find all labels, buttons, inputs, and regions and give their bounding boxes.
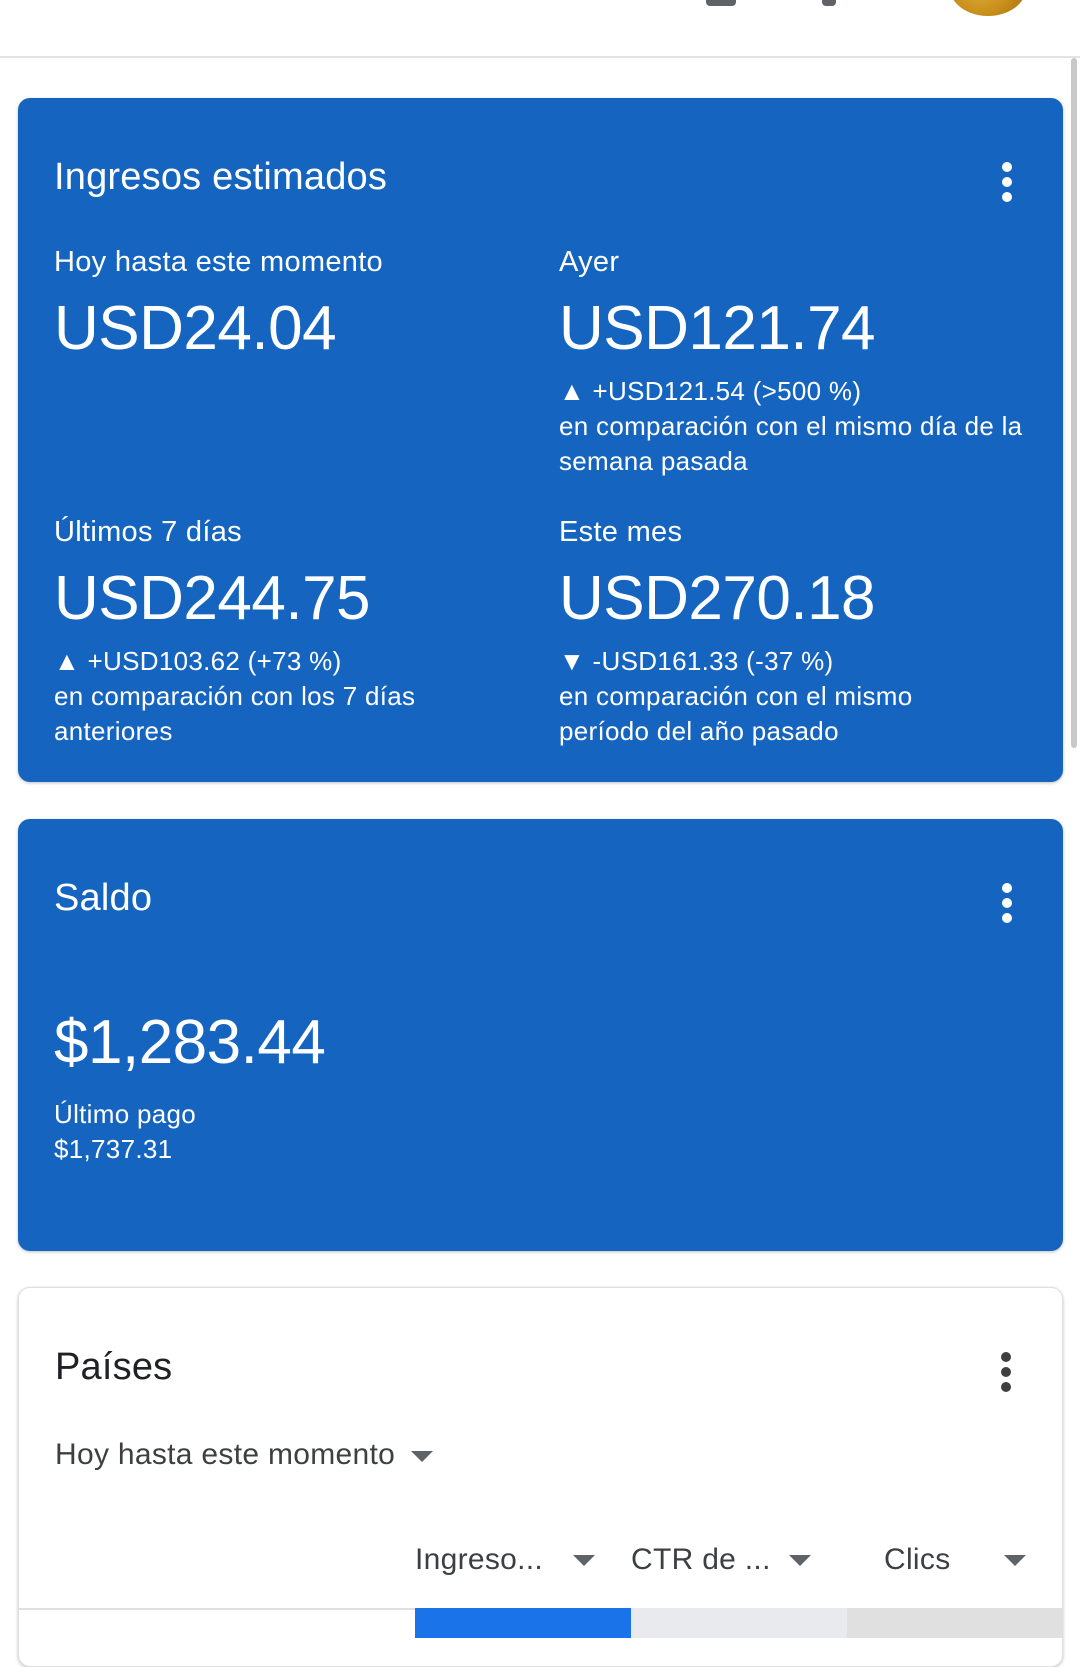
page-scrollbar[interactable] xyxy=(1071,58,1077,748)
metric-month-value: USD270.18 xyxy=(559,564,876,633)
top-app-bar xyxy=(0,0,1080,58)
metric-last7-delta: ▲ +USD103.62 (+73 %) xyxy=(54,646,342,676)
more-vert-icon[interactable] xyxy=(994,1350,1018,1394)
column-header-earnings[interactable]: Ingreso... xyxy=(415,1543,611,1577)
metric-month: Este mes USD270.18 ▼ -USD161.33 (-37 %) … xyxy=(559,516,1039,749)
last-payment-value: $1,737.31 xyxy=(54,1134,173,1164)
metric-yesterday-comparison: en comparación con el mismo día de la se… xyxy=(559,411,1023,476)
chevron-down-icon xyxy=(411,1450,434,1462)
countries-title: Países xyxy=(55,1346,173,1388)
metric-yesterday-label: Ayer xyxy=(559,246,620,278)
metric-today: Hoy hasta este momento USD24.04 xyxy=(54,246,534,364)
column-indicator-clicks xyxy=(847,1608,1063,1638)
metric-month-comparison: en comparación con el mismo período del … xyxy=(559,681,913,746)
user-avatar[interactable] xyxy=(950,0,1026,16)
more-vert-icon[interactable] xyxy=(995,881,1019,925)
chevron-down-icon xyxy=(1004,1555,1026,1566)
metric-yesterday-delta: ▲ +USD121.54 (>500 %) xyxy=(559,376,862,406)
column-header-label: Ingreso... xyxy=(415,1543,544,1576)
metric-yesterday: Ayer USD121.74 ▲ +USD121.54 (>500 %) en … xyxy=(559,246,1039,479)
chevron-down-icon xyxy=(789,1555,811,1566)
column-header-ctr[interactable]: CTR de ... xyxy=(631,1543,827,1577)
estimated-earnings-title: Ingresos estimados xyxy=(54,156,388,198)
selected-column-indicator xyxy=(415,1608,631,1638)
help-icon[interactable] xyxy=(706,0,736,6)
last-payment-label: Último pago xyxy=(54,1099,197,1129)
metric-last7-label: Últimos 7 días xyxy=(54,516,242,548)
period-dropdown[interactable]: Hoy hasta este momento xyxy=(55,1438,434,1472)
countries-card: Países Hoy hasta este momento Ingreso...… xyxy=(18,1287,1063,1667)
metric-last7-comparison: en comparación con los 7 días anteriores xyxy=(54,681,416,746)
balance-card: Saldo $1,283.44 Último pago $1,737.31 xyxy=(18,819,1063,1251)
metric-last7: Últimos 7 días USD244.75 ▲ +USD103.62 (+… xyxy=(54,516,534,749)
period-dropdown-label: Hoy hasta este momento xyxy=(55,1438,396,1471)
column-indicator-ctr xyxy=(631,1608,847,1638)
notifications-icon[interactable] xyxy=(822,0,836,6)
metric-today-value: USD24.04 xyxy=(54,294,337,363)
chevron-down-icon xyxy=(573,1555,595,1566)
metric-last7-value: USD244.75 xyxy=(54,564,371,633)
more-vert-icon[interactable] xyxy=(995,160,1019,204)
column-header-clicks[interactable]: Clics xyxy=(884,1543,1044,1577)
metric-yesterday-value: USD121.74 xyxy=(559,294,876,363)
metric-month-delta: ▼ -USD161.33 (-37 %) xyxy=(559,646,834,676)
metric-today-label: Hoy hasta este momento xyxy=(54,246,383,278)
estimated-earnings-card: Ingresos estimados Hoy hasta este moment… xyxy=(18,98,1063,782)
metric-month-label: Este mes xyxy=(559,516,683,548)
table-header-divider xyxy=(19,1608,415,1610)
column-header-label: CTR de ... xyxy=(631,1543,771,1576)
balance-title: Saldo xyxy=(54,877,153,919)
balance-value: $1,283.44 xyxy=(54,1008,326,1077)
column-header-label: Clics xyxy=(884,1543,951,1576)
